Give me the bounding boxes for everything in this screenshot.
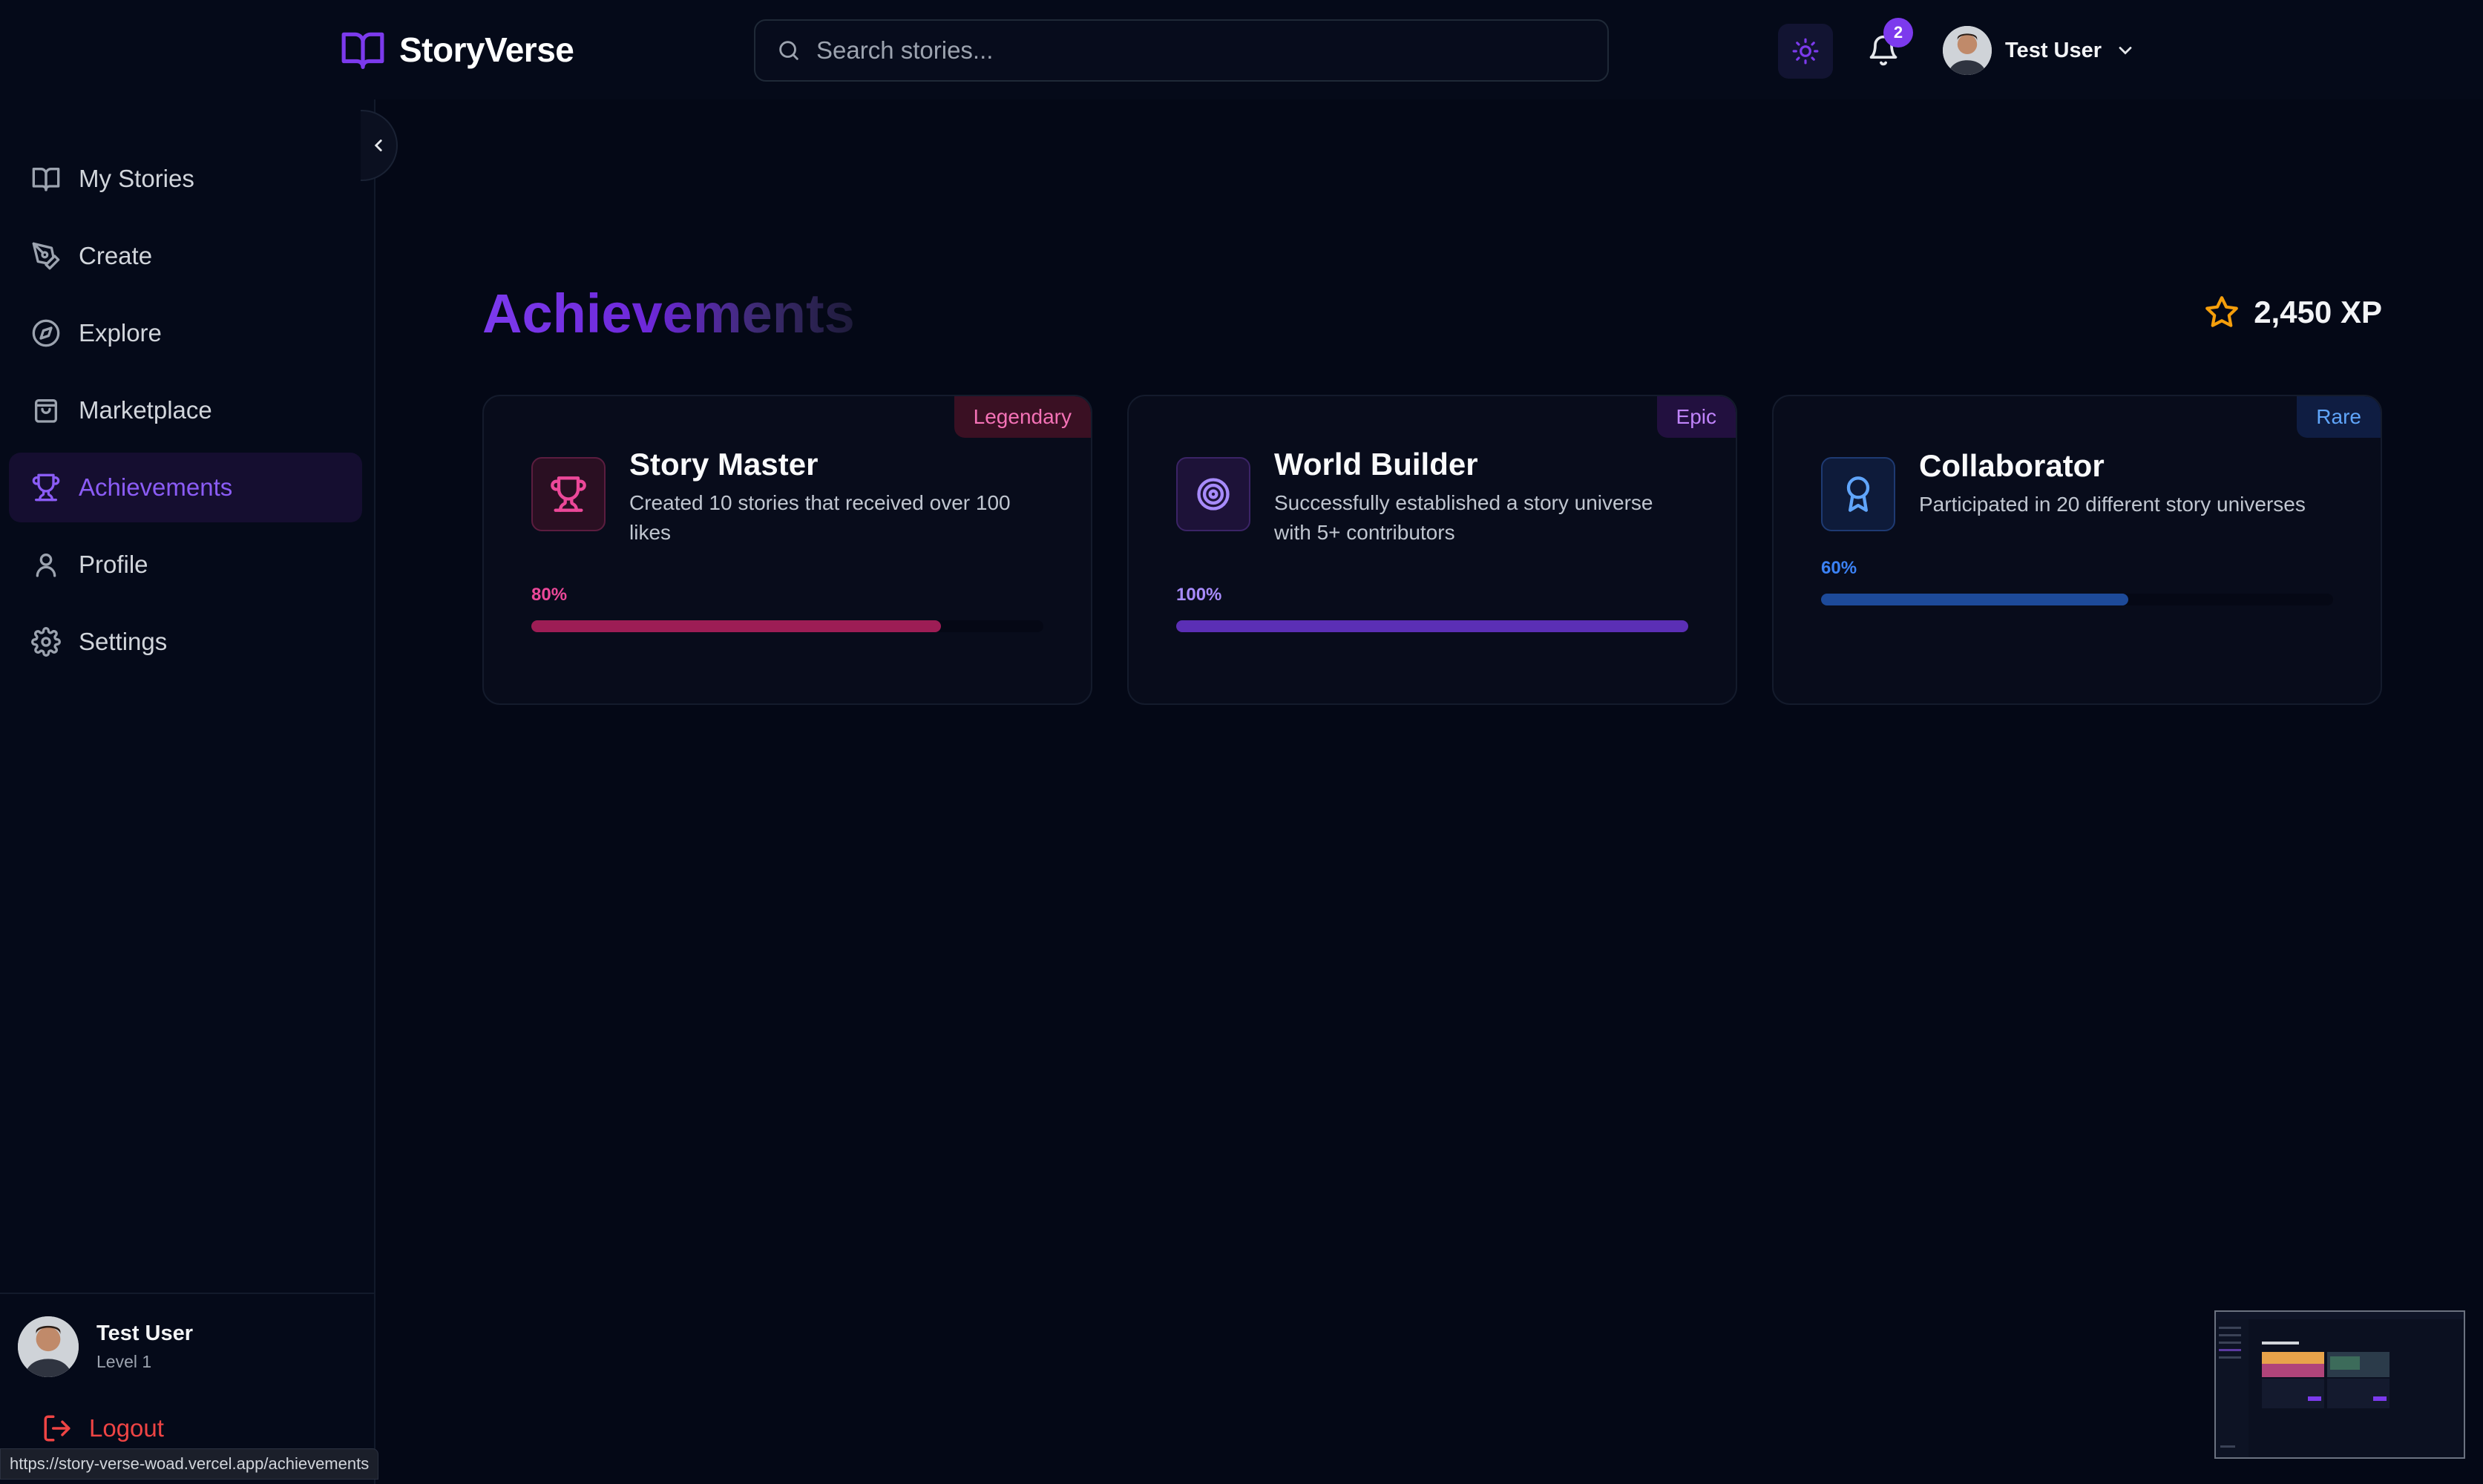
search-bar[interactable] <box>754 19 1609 82</box>
theme-toggle-button[interactable] <box>1778 24 1833 79</box>
logout-label: Logout <box>89 1414 164 1442</box>
sidebar-item-label: Settings <box>79 628 168 655</box>
xp-value: 2,450 XP <box>2254 295 2382 329</box>
sidebar-item-label: Explore <box>79 319 162 347</box>
avatar <box>18 1316 79 1377</box>
achievement-description: Created 10 stories that received over 10… <box>629 491 1011 544</box>
search-input[interactable] <box>816 36 1607 65</box>
notification-count-badge: 2 <box>1883 18 1913 47</box>
sidebar-item-profile[interactable]: Profile <box>9 530 362 600</box>
sun-icon <box>1791 37 1820 65</box>
progress-fill <box>1176 620 1688 632</box>
sidebar-divider <box>0 1293 374 1294</box>
sidebar-item-marketplace[interactable]: Marketplace <box>9 375 362 445</box>
sidebar: My Stories Create Explore Marketplace Ac… <box>0 99 375 1484</box>
award-icon <box>1821 457 1895 531</box>
trophy-icon <box>31 473 61 502</box>
progress-label: 80% <box>531 585 568 605</box>
sidebar-user-name: Test User <box>96 1322 194 1345</box>
progress-track <box>1176 620 1688 632</box>
pen-tool-icon <box>31 241 61 271</box>
rarity-badge: Rare <box>2297 396 2381 438</box>
search-icon <box>776 38 801 63</box>
achievement-title: Collaborator <box>1919 448 2105 483</box>
progress-track <box>531 620 1043 632</box>
sidebar-item-label: My Stories <box>79 165 194 192</box>
notifications-button[interactable]: 2 <box>1855 18 1913 79</box>
sidebar-item-label: Profile <box>79 551 148 578</box>
sidebar-item-explore[interactable]: Explore <box>9 298 362 368</box>
chevron-down-icon <box>2115 40 2136 61</box>
logout-icon <box>42 1413 73 1444</box>
sidebar-item-create[interactable]: Create <box>9 221 362 291</box>
rarity-badge: Epic <box>1656 396 1736 438</box>
avatar <box>1943 26 1992 75</box>
star-icon <box>2203 294 2240 331</box>
target-icon <box>1176 457 1250 531</box>
rarity-badge: Legendary <box>954 396 1091 438</box>
achievement-description: Successfully established a story univers… <box>1274 491 1653 544</box>
achievement-card-collaborator[interactable]: Rare Collaborator Participated in 20 dif… <box>1772 395 2382 705</box>
progress-fill <box>531 620 941 632</box>
xp-display: 2,450 XP <box>2203 294 2382 331</box>
window-preview-thumbnail[interactable] <box>2214 1310 2465 1459</box>
sidebar-user-level: Level 1 <box>96 1352 152 1371</box>
progress-label: 60% <box>1821 558 1857 578</box>
status-bar-url: https://story-verse-woad.vercel.app/achi… <box>0 1448 379 1480</box>
achievement-card-world-builder[interactable]: Epic World Builder Successfully establis… <box>1127 395 1737 705</box>
user-name: Test User <box>2005 38 2102 62</box>
compass-icon <box>31 318 61 348</box>
page-title: Achievements <box>482 283 855 344</box>
sidebar-item-label: Achievements <box>79 473 233 501</box>
top-header: StoryVerse 2 Test User <box>0 0 2483 99</box>
achievement-description: Participated in 20 different story unive… <box>1919 493 2306 516</box>
chevron-left-icon <box>369 136 388 155</box>
collapse-sidebar-button[interactable] <box>361 110 398 181</box>
sidebar-item-achievements[interactable]: Achievements <box>9 453 362 522</box>
sidebar-item-label: Marketplace <box>79 396 212 424</box>
sidebar-nav: My Stories Create Explore Marketplace Ac… <box>9 144 362 684</box>
achievement-title: Story Master <box>629 447 819 482</box>
sidebar-item-settings[interactable]: Settings <box>9 607 362 677</box>
sidebar-item-label: Create <box>79 242 153 269</box>
progress-track <box>1821 594 2333 605</box>
app-name: StoryVerse <box>399 30 574 69</box>
sidebar-item-my-stories[interactable]: My Stories <box>9 144 362 214</box>
gear-icon <box>31 627 61 657</box>
achievement-card-story-master[interactable]: Legendary Story Master Created 10 storie… <box>482 395 1092 705</box>
progress-label: 100% <box>1176 585 1222 605</box>
app-logo[interactable]: StoryVerse <box>340 27 574 73</box>
progress-fill <box>1821 594 2128 605</box>
logout-button[interactable]: Logout <box>42 1413 164 1444</box>
shopping-bag-icon <box>31 395 61 425</box>
trophy-icon <box>531 457 606 531</box>
user-icon <box>31 550 61 580</box>
user-menu[interactable]: Test User <box>1943 25 2136 76</box>
book-open-icon <box>340 27 386 73</box>
achievement-title: World Builder <box>1274 447 1478 482</box>
book-open-icon <box>31 164 61 194</box>
sidebar-user-card[interactable]: Test User Level 1 <box>18 1316 193 1377</box>
